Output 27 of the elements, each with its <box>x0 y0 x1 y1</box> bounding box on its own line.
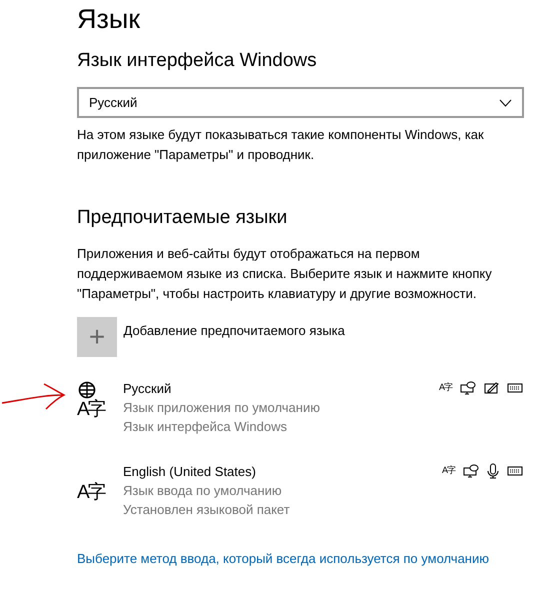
section-heading: Предпочитаемые языки <box>77 206 288 230</box>
language-icon: A字 <box>77 462 113 506</box>
language-icon: A字 <box>77 378 113 422</box>
language-pack-icon: A字 <box>442 466 455 475</box>
language-detail: Язык интерфейса Windows <box>123 418 288 436</box>
speech-icon <box>460 380 476 394</box>
language-detail: Установлен языковой пакет <box>123 500 290 518</box>
section-heading: Язык интерфейса Windows <box>77 49 318 73</box>
keyboard-icon <box>507 466 523 476</box>
language-detail: Язык ввода по умолчанию <box>123 482 283 500</box>
add-language-label[interactable]: Добавление предпочитаемого языка <box>124 320 345 356</box>
language-pack-icon: A字 <box>438 383 452 392</box>
description-text: Приложения и веб-сайты будут отображаться на первом поддерживаемом языке из списка. Выберите язык и нажмите кнопку "Параметры", чтобы настроить клавиатуру и другие возможности. <box>77 244 493 303</box>
page-title: Язык <box>77 3 142 35</box>
dropdown-value: Русский <box>89 94 138 112</box>
language-dropdown[interactable]: Русский <box>77 87 524 118</box>
microphone-icon <box>487 462 499 478</box>
speech-icon <box>463 464 479 478</box>
handwriting-icon <box>484 381 499 394</box>
description-text: На этом языке будут показываться такие компоненты Windows, как приложение "Параметры" и проводник. <box>77 126 485 164</box>
language-detail: Язык приложения по умолчанию <box>123 398 320 416</box>
input-method-link[interactable]: Выберите метод ввода, который всегда используется по умолчанию <box>77 548 490 568</box>
add-button[interactable]: + <box>77 316 117 356</box>
chevron-down-icon <box>499 98 512 106</box>
language-name[interactable]: Русский <box>123 378 320 398</box>
keyboard-icon <box>507 382 523 392</box>
language-name[interactable]: English (United States) <box>123 462 290 480</box>
